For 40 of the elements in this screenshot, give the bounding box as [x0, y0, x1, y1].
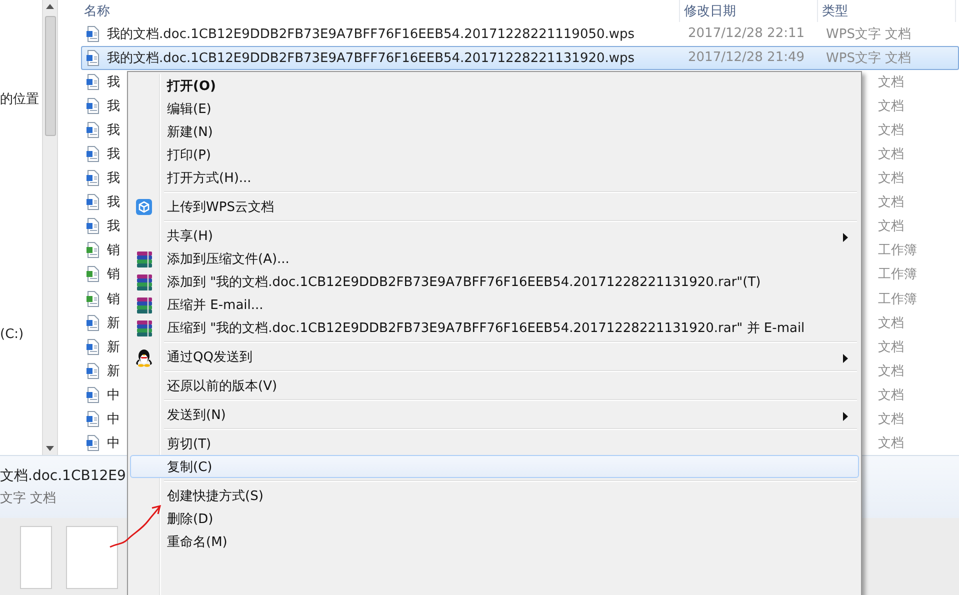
file-type: 工作簿 [878, 267, 917, 282]
file-name: 新 [107, 362, 120, 380]
file-type: 文档 [878, 412, 904, 427]
file-name: 我 [107, 74, 120, 91]
file-name: 我的文档.doc.1CB12E9DDB2FB73E9A7BFF76F16EEB54.20171228221119050.wps [107, 26, 635, 43]
file-name: 新 [107, 314, 120, 332]
file-name: 我 [107, 122, 120, 140]
file-date: 2017/12/28 21:49 [688, 50, 805, 66]
file-name: 中 [107, 434, 120, 452]
file-name: 新 [107, 338, 120, 356]
file-type: WPS文字 文档 [826, 50, 912, 66]
file-name: 我 [107, 170, 120, 188]
file-type: 文档 [878, 364, 904, 379]
file-name: 中 [107, 386, 120, 404]
file-name: 中 [107, 410, 120, 428]
file-type: 文档 [878, 123, 904, 138]
file-type: 文档 [878, 340, 904, 355]
file-type: 文档 [878, 147, 904, 162]
file-type: 文档 [878, 219, 904, 234]
file-name: 我 [107, 194, 120, 212]
file-name: 我 [107, 146, 120, 164]
file-type: 工作簿 [878, 292, 917, 306]
file-type: 文档 [878, 436, 904, 451]
details-file-type: 文字 文档 [0, 490, 56, 507]
file-name: 我 [107, 98, 120, 115]
details-file-name: 文档.doc.1CB12E9 [0, 467, 126, 485]
file-type: 文档 [878, 316, 904, 331]
file-date: 2017/12/28 22:11 [688, 26, 805, 42]
file-name: 销 [107, 266, 120, 284]
file-name: 销 [107, 242, 120, 260]
file-name: 我的文档.doc.1CB12E9DDB2FB73E9A7BFF76F16EEB54.20171228221131920.wps [107, 50, 635, 67]
file-type: 文档 [878, 74, 904, 90]
file-type: 文档 [878, 171, 904, 186]
file-type: WPS文字 文档 [826, 26, 912, 42]
file-type: 文档 [878, 99, 904, 114]
file-type: 工作簿 [878, 243, 917, 258]
file-name: 销 [107, 290, 120, 308]
file-type: 文档 [878, 388, 904, 403]
file-name: 我 [107, 218, 120, 236]
file-type: 文档 [878, 195, 904, 210]
